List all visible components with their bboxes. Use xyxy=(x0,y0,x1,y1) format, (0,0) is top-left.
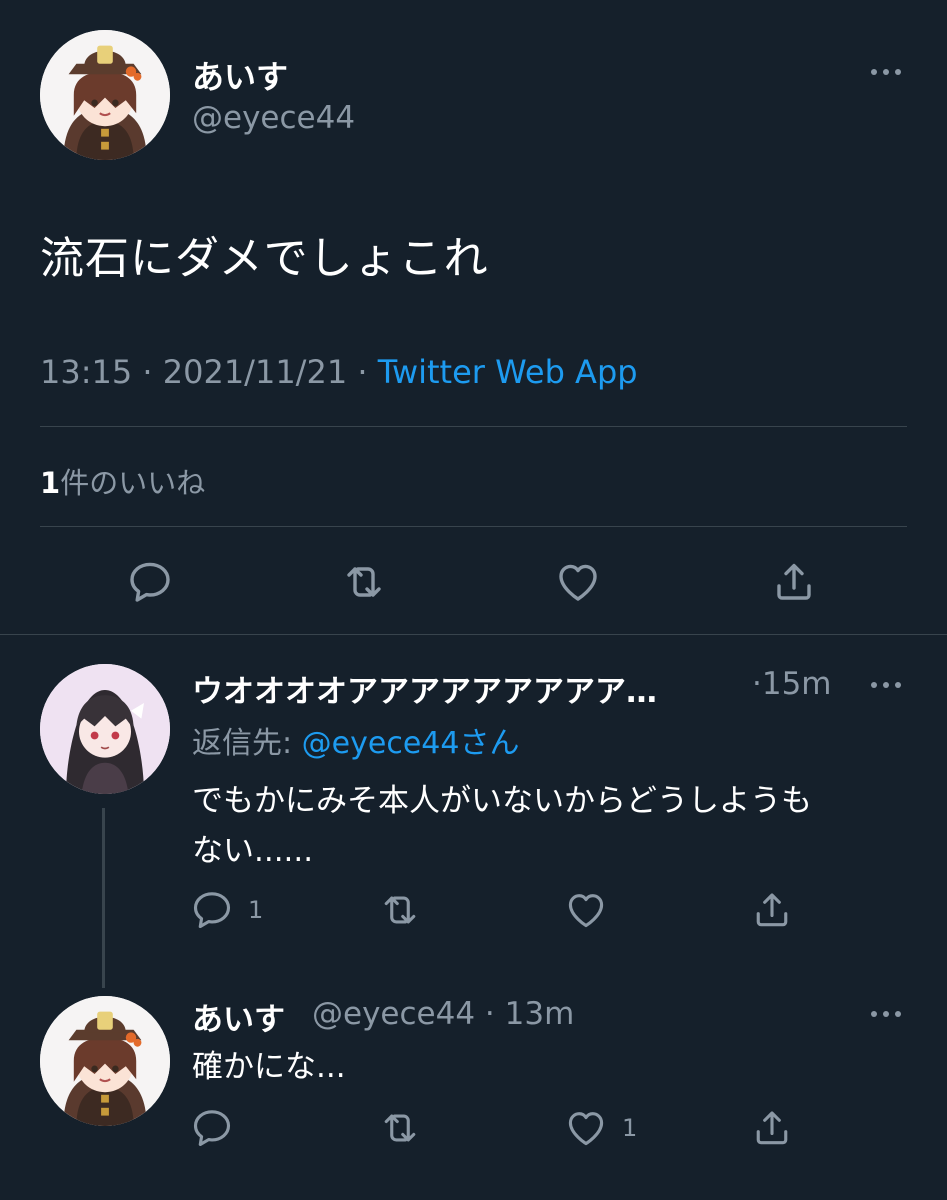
share-upload-icon xyxy=(770,558,818,606)
like-count: 1 xyxy=(40,466,61,500)
share-button[interactable] xyxy=(770,558,818,606)
main-tweet-text: 流石にダメでしょこれ xyxy=(40,233,489,284)
retweet-button[interactable] xyxy=(378,888,422,932)
reply-avatar[interactable] xyxy=(40,996,170,1126)
reply-handle-time: @eyece44 · 13m xyxy=(312,996,574,1032)
main-tweet-avatar[interactable] xyxy=(40,30,170,160)
like-button[interactable] xyxy=(554,558,602,606)
more-icon[interactable] xyxy=(866,62,906,82)
reply-display-name[interactable]: ウオオオオアアアアアアアアア… xyxy=(192,666,657,711)
retweet-arrows-icon xyxy=(378,1106,422,1150)
share-upload-icon xyxy=(750,888,794,932)
reply-count: 1 xyxy=(248,896,264,924)
reply-timestamp: · 13m xyxy=(484,996,575,1032)
divider xyxy=(40,426,907,427)
like-button[interactable] xyxy=(564,888,608,932)
speech-bubble-icon xyxy=(190,1106,234,1150)
like-label: 件のいいね xyxy=(60,466,206,500)
heart-icon xyxy=(564,888,608,932)
reply-to-mention[interactable]: @eyece44さん xyxy=(302,726,520,761)
divider xyxy=(0,634,947,635)
heart-icon xyxy=(564,1106,608,1150)
retweet-button[interactable] xyxy=(340,558,388,606)
reply-text: でもかにみそ本人がいないからどうしようも ない...... xyxy=(192,776,812,876)
reply-text: 確かにな... xyxy=(192,1049,346,1085)
share-button[interactable] xyxy=(750,888,794,932)
thread-line xyxy=(102,808,105,988)
heart-icon xyxy=(554,558,602,606)
reply-text-line: でもかにみそ本人がいないからどうしようも xyxy=(192,783,812,819)
reply-button[interactable] xyxy=(190,1106,234,1150)
reply-handle[interactable]: @eyece44 xyxy=(312,996,475,1032)
reply-timestamp: 15m xyxy=(761,666,832,702)
tweet-time: 13:15 xyxy=(40,353,133,391)
retweet-arrows-icon xyxy=(378,888,422,932)
main-tweet-meta: 13:15 · 2021/11/21 · Twitter Web App xyxy=(40,353,638,391)
retweet-arrows-icon xyxy=(340,558,388,606)
reply-to-label: 返信先: xyxy=(192,726,302,761)
divider xyxy=(40,526,907,527)
reply-avatar[interactable] xyxy=(40,664,170,794)
like-count: 1 xyxy=(622,1114,638,1142)
meta-separator: · xyxy=(132,353,163,391)
tweet-source-link[interactable]: Twitter Web App xyxy=(378,353,638,391)
like-count-link[interactable]: 1件のいいね xyxy=(40,460,205,502)
share-button[interactable] xyxy=(750,1106,794,1150)
speech-bubble-icon xyxy=(126,558,174,606)
reply-button[interactable]: 1 xyxy=(190,888,263,932)
more-icon[interactable] xyxy=(866,1004,906,1024)
like-button[interactable]: 1 xyxy=(564,1106,637,1150)
tweet-date: 2021/11/21 xyxy=(162,353,348,391)
main-tweet-display-name[interactable]: あいす xyxy=(192,52,288,98)
share-upload-icon xyxy=(750,1106,794,1150)
reply-button[interactable] xyxy=(126,558,174,606)
more-icon[interactable] xyxy=(866,675,906,695)
time-separator: · xyxy=(752,666,762,702)
reply-to-line: 返信先: @eyece44さん xyxy=(192,718,519,762)
reply-time: ·15m xyxy=(752,666,832,702)
reply-display-name[interactable]: あいす xyxy=(192,994,285,1039)
main-tweet-handle[interactable]: @eyece44 xyxy=(192,100,355,136)
meta-separator: · xyxy=(347,353,378,391)
speech-bubble-icon xyxy=(190,888,234,932)
retweet-button[interactable] xyxy=(378,1106,422,1150)
reply-text-line: ない...... xyxy=(192,833,314,869)
